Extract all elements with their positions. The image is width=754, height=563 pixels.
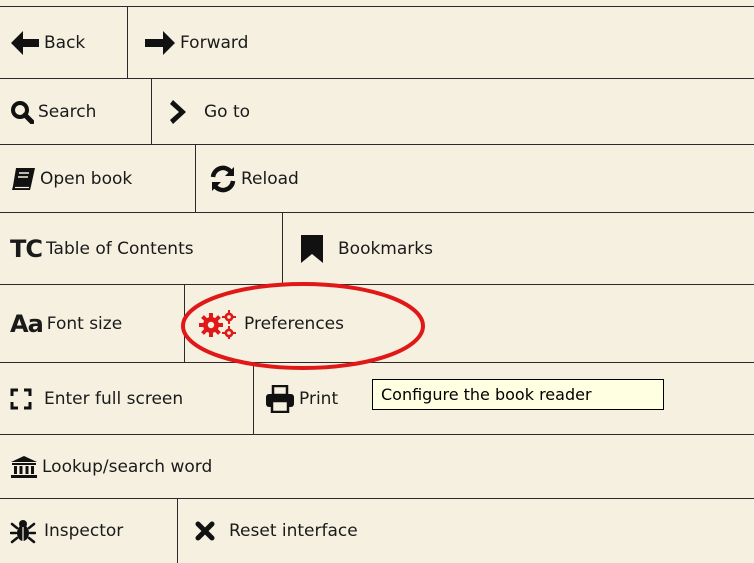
font-row: Aa Font size Preferences — [0, 284, 754, 363]
divider — [151, 79, 152, 145]
search-label: Search — [38, 102, 97, 122]
reset-interface-button[interactable]: Reset interface — [195, 499, 435, 563]
inspector-label: Inspector — [44, 521, 124, 541]
font-size-icon: Aa — [10, 310, 44, 338]
inspector-button[interactable]: Inspector — [10, 499, 176, 563]
forward-label: Forward — [180, 33, 249, 53]
bookmark-icon — [300, 234, 324, 264]
bug-icon — [10, 518, 36, 544]
divider — [282, 213, 283, 285]
preferences-tooltip: Configure the book reader — [372, 379, 664, 410]
reload-label: Reload — [241, 169, 299, 189]
divider — [127, 7, 128, 79]
toc-button[interactable]: TC Table of Contents — [10, 213, 280, 285]
toc-icon: TC — [10, 235, 43, 263]
gears-icon — [197, 309, 241, 339]
arrow-right-icon — [144, 30, 176, 56]
search-icon — [10, 100, 34, 124]
lookup-word-button[interactable]: Lookup/search word — [10, 435, 310, 499]
book-icon — [10, 166, 36, 192]
library-icon — [10, 455, 38, 479]
divider — [184, 285, 185, 363]
bookmarks-button[interactable]: Bookmarks — [300, 213, 500, 285]
reset-interface-label: Reset interface — [229, 521, 358, 541]
divider — [195, 145, 196, 213]
goto-label: Go to — [204, 102, 251, 122]
inspect-row: Inspector Reset interface — [0, 498, 754, 563]
lookup-word-label: Lookup/search word — [42, 457, 213, 477]
fullscreen-icon — [10, 388, 32, 410]
print-button[interactable]: Print — [265, 363, 375, 435]
open-book-label: Open book — [40, 169, 133, 189]
lookup-row: Lookup/search word — [0, 434, 754, 499]
close-icon — [195, 521, 215, 541]
fullscreen-label: Enter full screen — [44, 389, 184, 409]
back-button[interactable]: Back — [10, 7, 126, 79]
goto-button[interactable]: Go to — [170, 79, 370, 145]
arrow-left-icon — [10, 30, 40, 56]
toc-row: TC Table of Contents Bookmarks — [0, 212, 754, 285]
toc-label: Table of Contents — [45, 239, 194, 259]
preferences-label: Preferences — [244, 314, 344, 334]
chevron-right-icon — [170, 99, 188, 125]
forward-button[interactable]: Forward — [144, 7, 344, 79]
back-label: Back — [44, 33, 86, 53]
nav-row: Back Forward — [0, 6, 754, 79]
reload-button[interactable]: Reload — [209, 145, 409, 213]
search-row: Search Go to — [0, 78, 754, 145]
tooltip-text: Configure the book reader — [381, 385, 592, 404]
refresh-icon — [209, 165, 237, 193]
divider — [253, 363, 254, 435]
font-size-label: Font size — [46, 314, 123, 334]
bookmarks-label: Bookmarks — [338, 239, 433, 259]
font-size-button[interactable]: Aa Font size — [10, 285, 184, 363]
printer-icon — [265, 385, 295, 413]
print-label: Print — [299, 389, 339, 409]
book-row: Open book Reload — [0, 144, 754, 213]
preferences-button[interactable]: Preferences — [197, 285, 397, 363]
search-button[interactable]: Search — [10, 79, 150, 145]
open-book-button[interactable]: Open book — [10, 145, 194, 213]
fullscreen-button[interactable]: Enter full screen — [10, 363, 252, 435]
reader-action-panel: Back Forward Search Go to Open book Relo… — [0, 0, 754, 563]
divider — [177, 499, 178, 563]
